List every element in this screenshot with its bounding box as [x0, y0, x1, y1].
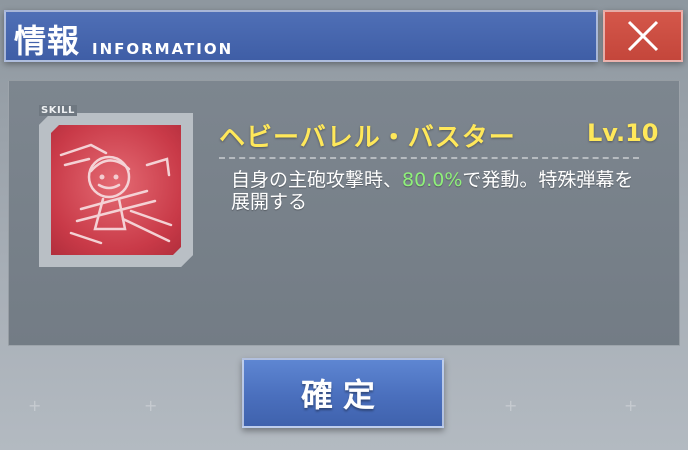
confirm-button-label: 確定: [300, 376, 385, 414]
skill-level: Lv.10: [587, 119, 659, 147]
skill-info-panel: SKILL ヘビーバレル・バスター Lv.10 自身の主砲攻撃時、80.0%で発…: [8, 80, 680, 346]
grid-mark: +: [624, 396, 638, 415]
skill-name: ヘビーバレル・バスター: [219, 123, 516, 153]
skill-divider: [219, 157, 639, 159]
dialog-subtitle: INFORMATION: [92, 40, 234, 58]
confirm-button[interactable]: 確定: [242, 358, 444, 428]
grid-mark: +: [144, 396, 158, 415]
dialog-header: 情報 INFORMATION: [4, 10, 598, 62]
skill-description: 自身の主砲攻撃時、80.0%で発動。特殊弾幕を展開する: [231, 169, 651, 213]
dialog-title: 情報: [14, 22, 81, 60]
skill-trigger-rate: 80.0%: [402, 169, 463, 191]
skill-icon-frame: [39, 113, 193, 267]
skill-portrait-icon: [51, 125, 181, 255]
skill-tag: SKILL: [39, 105, 77, 116]
close-icon: [627, 20, 659, 52]
grid-mark: +: [504, 396, 518, 415]
close-button[interactable]: [603, 10, 683, 62]
skill-description-before: 自身の主砲攻撃時、: [231, 169, 403, 191]
grid-mark: +: [28, 396, 42, 415]
